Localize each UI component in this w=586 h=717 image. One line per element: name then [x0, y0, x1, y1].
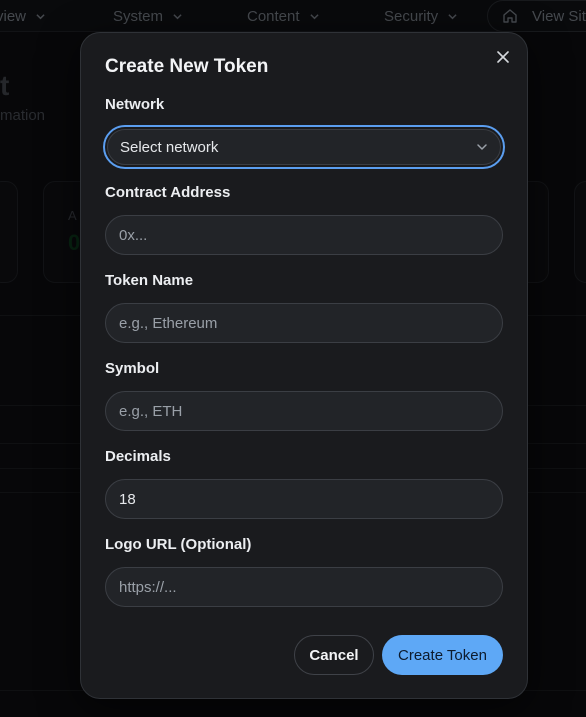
network-field: Network Select network: [103, 95, 505, 169]
network-select-value: Select network: [120, 138, 219, 156]
close-icon: [497, 51, 509, 63]
token-name-field: Token Name: [105, 271, 503, 343]
logo-url-input[interactable]: [105, 567, 503, 607]
create-token-modal: Create New Token Network Select network …: [80, 32, 528, 699]
symbol-input[interactable]: [105, 391, 503, 431]
chevron-down-icon: [477, 144, 487, 150]
cancel-button[interactable]: Cancel: [294, 635, 374, 675]
token-name-label: Token Name: [105, 272, 194, 289]
contract-address-field: Contract Address: [105, 183, 503, 255]
decimals-field: Decimals: [105, 447, 503, 519]
network-label: Network: [105, 96, 165, 113]
logo-url-label: Logo URL (Optional): [105, 536, 252, 553]
create-token-button[interactable]: Create Token: [382, 635, 503, 675]
modal-title: Create New Token: [105, 56, 269, 77]
network-select[interactable]: Select network: [103, 125, 505, 169]
decimals-input[interactable]: [105, 479, 503, 519]
symbol-label: Symbol: [105, 360, 160, 377]
token-name-input[interactable]: [105, 303, 503, 343]
decimals-label: Decimals: [105, 448, 171, 465]
network-select-box[interactable]: Select network: [107, 129, 501, 165]
contract-address-label: Contract Address: [105, 184, 231, 201]
symbol-field: Symbol: [105, 359, 503, 431]
logo-url-field: Logo URL (Optional): [105, 535, 503, 607]
close-button[interactable]: [493, 47, 513, 67]
contract-address-input[interactable]: [105, 215, 503, 255]
